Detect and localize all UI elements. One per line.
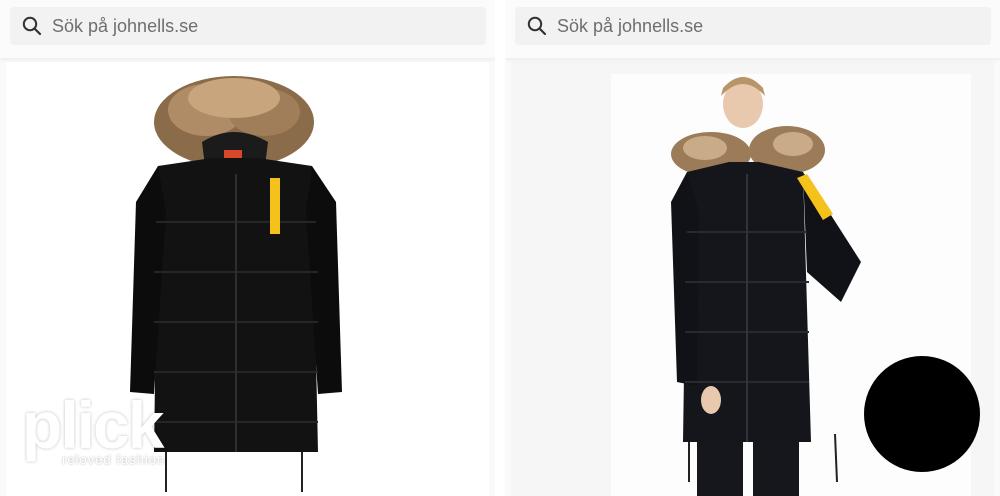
search-placeholder: Sök på johnells.se (557, 15, 704, 36)
search-header: Sök på johnells.se (505, 0, 1000, 58)
search-bar[interactable]: Sök på johnells.se (515, 7, 991, 45)
black-circle-overlay (864, 356, 980, 472)
plick-tagline: reloved fashion (62, 452, 166, 467)
search-bar[interactable]: Sök på johnells.se (10, 7, 486, 45)
search-icon (527, 16, 547, 36)
search-icon (22, 16, 42, 36)
search-header: Sök på johnells.se (0, 0, 495, 58)
search-placeholder: Sök på johnells.se (52, 15, 199, 36)
plick-watermark: plick reloved fashion (22, 392, 165, 467)
plick-logo: plick (22, 388, 164, 462)
